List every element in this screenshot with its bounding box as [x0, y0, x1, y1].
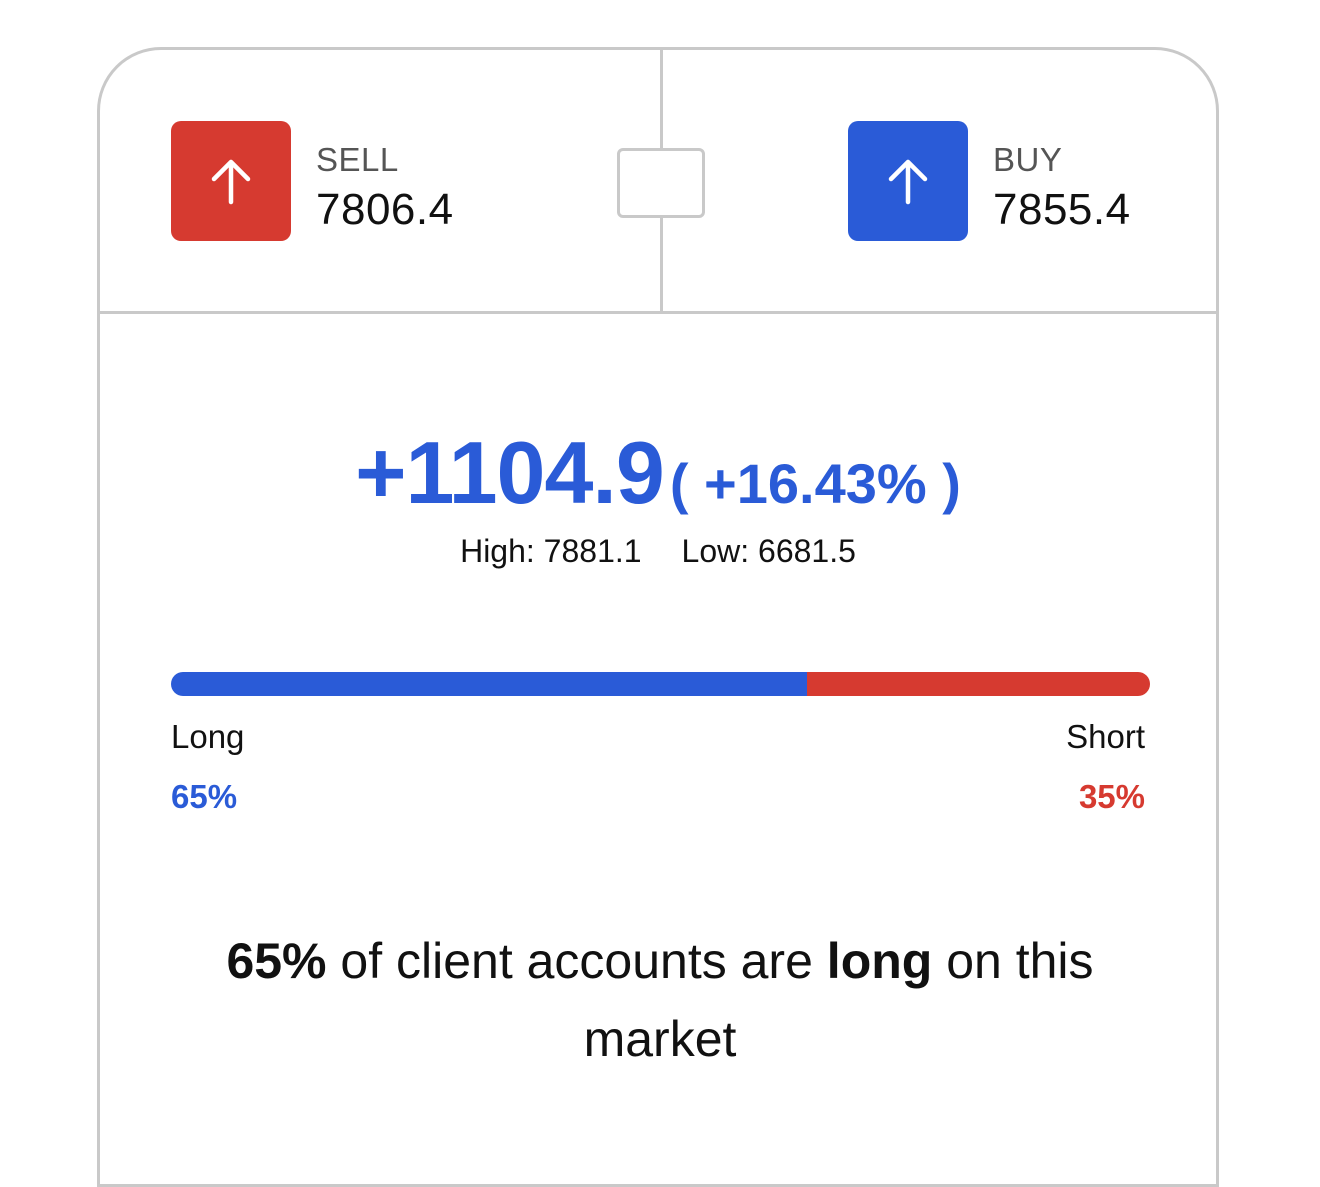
summary-emphasis: long: [826, 933, 933, 989]
arrow-up-icon: [211, 159, 251, 205]
change-percent: ( +16.43% ): [669, 452, 961, 515]
sentiment-bar: [171, 672, 1150, 696]
sell-button[interactable]: SELL 7806.4: [171, 121, 501, 241]
summary-percent: 65%: [226, 933, 327, 989]
high-value: High: 7881.1: [460, 533, 642, 569]
sell-label: SELL: [316, 141, 399, 178]
sell-price: 7806.4: [316, 185, 454, 234]
long-label: Long: [171, 718, 245, 755]
buy-icon-button[interactable]: [848, 121, 968, 241]
short-percent: 35%: [1078, 778, 1145, 815]
arrow-up-icon: [888, 159, 928, 205]
summary-text-before: of client accounts are: [326, 933, 827, 989]
high-low-range: High: 7881.1 Low: 6681.5: [100, 533, 1216, 570]
buy-label: BUY: [993, 141, 1063, 178]
long-percent: 65%: [171, 778, 238, 815]
sell-icon-button[interactable]: [171, 121, 291, 241]
sentiment-bar-long: [171, 672, 808, 696]
market-card: SELL 7806.4 BUY 7855.4 +1104.9( +16.43% …: [97, 47, 1219, 1187]
buy-price: 7855.4: [993, 185, 1131, 234]
change-value: +1104.9: [355, 423, 665, 522]
sentiment-bar-short: [807, 672, 1150, 696]
spread-box: [617, 148, 705, 218]
trade-row: SELL 7806.4 BUY 7855.4: [100, 50, 1216, 314]
sentiment-summary: 65% of client accounts are long on this …: [160, 922, 1160, 1078]
short-label: Short: [1066, 718, 1145, 755]
buy-button[interactable]: BUY 7855.4: [848, 121, 1178, 241]
low-value: Low: 6681.5: [681, 533, 856, 569]
price-change: +1104.9( +16.43% ): [100, 422, 1216, 524]
